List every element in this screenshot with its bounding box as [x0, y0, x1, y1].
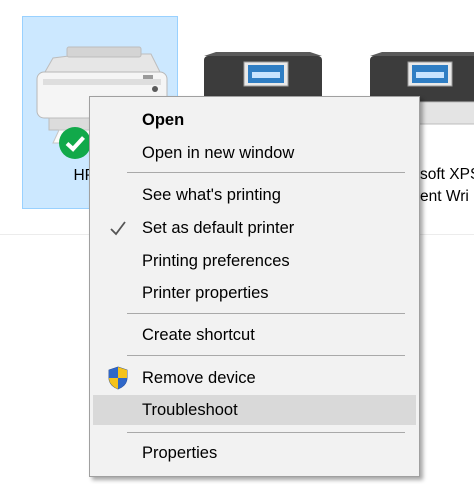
menu-item-see-whats-printing[interactable]: See what's printing: [93, 180, 416, 210]
menu-item-create-shortcut[interactable]: Create shortcut: [93, 320, 416, 350]
menu-separator: [127, 172, 405, 173]
menu-item-troubleshoot[interactable]: Troubleshoot: [93, 395, 416, 425]
menu-item-remove-device[interactable]: Remove device: [93, 363, 416, 393]
menu-item-set-as-default-printer[interactable]: Set as default printer: [93, 213, 416, 243]
menu-separator: [127, 355, 405, 356]
device-label: soft XPS ent Wri: [420, 166, 474, 205]
context-menu: Open Open in new window See what's print…: [89, 96, 420, 477]
menu-separator: [127, 432, 405, 433]
menu-separator: [127, 313, 405, 314]
menu-item-open-in-new-window[interactable]: Open in new window: [93, 138, 416, 168]
uac-shield-icon: [108, 366, 128, 390]
menu-item-printing-preferences[interactable]: Printing preferences: [93, 246, 416, 276]
menu-item-printer-properties[interactable]: Printer properties: [93, 278, 416, 308]
checkmark-icon: [110, 221, 126, 236]
menu-item-open[interactable]: Open: [93, 105, 416, 135]
default-printer-check-icon: [59, 127, 91, 159]
menu-item-properties[interactable]: Properties: [93, 438, 416, 468]
